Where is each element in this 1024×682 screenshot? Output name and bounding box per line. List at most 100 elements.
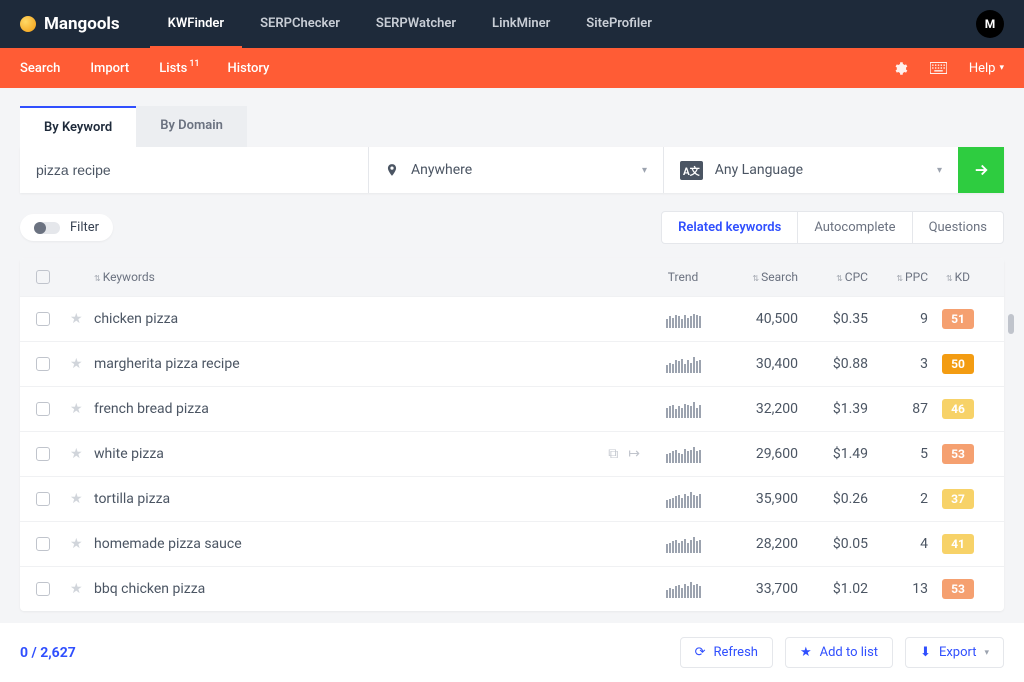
- search-cell: 35,900: [718, 491, 798, 507]
- subnav-lists[interactable]: Lists11: [159, 61, 197, 76]
- cpc-cell: $0.26: [798, 491, 868, 507]
- row-checkbox[interactable]: [36, 582, 50, 596]
- ppc-cell: 4: [868, 536, 928, 552]
- table-row[interactable]: ★french bread pizza32,200$1.398746: [20, 386, 1004, 431]
- star-icon[interactable]: ★: [70, 581, 83, 597]
- topnav-serpchecker[interactable]: SERPChecker: [242, 0, 358, 48]
- help-menu[interactable]: Help ▾: [969, 61, 1004, 76]
- topnav-siteprofiler[interactable]: SiteProfiler: [568, 0, 670, 48]
- star-icon[interactable]: ★: [70, 446, 83, 462]
- language-value: Any Language: [715, 162, 925, 178]
- keyword-cell: french bread pizza: [94, 401, 648, 417]
- star-icon[interactable]: ★: [70, 536, 83, 552]
- location-select[interactable]: Anywhere ▾: [368, 147, 663, 193]
- help-label: Help: [969, 61, 996, 76]
- lists-badge: 11: [189, 59, 199, 69]
- refresh-button[interactable]: ⟳ Refresh: [680, 637, 773, 668]
- topnav-serpwatcher[interactable]: SERPWatcher: [358, 0, 474, 48]
- table-row[interactable]: ★homemade pizza sauce28,200$0.05441: [20, 521, 1004, 566]
- keyword-cell: margherita pizza recipe: [94, 356, 648, 372]
- star-icon[interactable]: ★: [70, 491, 83, 507]
- kd-cell: 37: [928, 489, 988, 509]
- subnav-history[interactable]: History: [228, 61, 270, 76]
- scrollbar-thumb[interactable]: [1008, 314, 1014, 334]
- keyword-cell: homemade pizza sauce: [94, 536, 648, 552]
- search-cell: 29,600: [718, 446, 798, 462]
- search-cell: 33,700: [718, 581, 798, 597]
- cpc-cell: $1.49: [798, 446, 868, 462]
- language-icon: A文: [680, 161, 703, 180]
- mode-tab-by-keyword[interactable]: By Keyword: [20, 106, 136, 147]
- download-icon: ⬇: [920, 645, 931, 660]
- row-checkbox[interactable]: [36, 537, 50, 551]
- trend-cell: [648, 355, 718, 373]
- col-kd[interactable]: ⇅KD: [928, 270, 988, 284]
- mode-tabs: By KeywordBy Domain: [20, 106, 1004, 147]
- cpc-cell: $0.05: [798, 536, 868, 552]
- kwtab-related-keywords[interactable]: Related keywords: [662, 212, 797, 243]
- keyword-input[interactable]: [20, 147, 368, 193]
- cpc-cell: $1.39: [798, 401, 868, 417]
- filter-label: Filter: [70, 220, 99, 235]
- col-keywords[interactable]: ⇅Keywords: [94, 270, 648, 284]
- add-to-list-button[interactable]: ★ Add to list: [785, 637, 893, 668]
- trend-cell: [648, 445, 718, 463]
- trend-cell: [648, 400, 718, 418]
- table-row[interactable]: ★bbq chicken pizza33,700$1.021353: [20, 566, 1004, 611]
- location-value: Anywhere: [411, 162, 630, 178]
- kwtab-questions[interactable]: Questions: [912, 212, 1003, 243]
- export-button[interactable]: ⬇ Export ▾: [905, 637, 1004, 668]
- sub-nav: Search Import Lists11 History: [20, 61, 269, 76]
- topnav-linkminer[interactable]: LinkMiner: [474, 0, 568, 48]
- ppc-cell: 5: [868, 446, 928, 462]
- col-cpc[interactable]: ⇅CPC: [798, 270, 868, 284]
- copy-icon[interactable]: ⧉: [608, 446, 618, 462]
- brand-text: Mangools: [44, 14, 120, 34]
- row-checkbox[interactable]: [36, 402, 50, 416]
- subnav-search[interactable]: Search: [20, 61, 60, 76]
- row-checkbox[interactable]: [36, 447, 50, 461]
- ppc-cell: 87: [868, 401, 928, 417]
- open-icon[interactable]: ↦: [628, 446, 640, 462]
- table-row[interactable]: ★tortilla pizza35,900$0.26237: [20, 476, 1004, 521]
- kwtab-autocomplete[interactable]: Autocomplete: [797, 212, 911, 243]
- chevron-down-icon: ▾: [642, 165, 647, 176]
- sub-bar: Search Import Lists11 History Help ▾: [0, 48, 1024, 88]
- star-icon[interactable]: ★: [70, 356, 83, 372]
- star-icon[interactable]: ★: [70, 311, 83, 327]
- avatar[interactable]: M: [976, 10, 1004, 38]
- cpc-cell: $1.02: [798, 581, 868, 597]
- star-icon[interactable]: ★: [70, 401, 83, 417]
- search-button[interactable]: [958, 147, 1004, 193]
- kd-cell: 41: [928, 534, 988, 554]
- keyboard-icon[interactable]: [930, 62, 947, 74]
- subnav-import[interactable]: Import: [90, 61, 129, 76]
- settings-icon[interactable]: [893, 61, 908, 76]
- ppc-cell: 2: [868, 491, 928, 507]
- col-search[interactable]: ⇅Search: [718, 270, 798, 284]
- col-trend[interactable]: Trend: [648, 270, 718, 284]
- row-checkbox[interactable]: [36, 357, 50, 371]
- kd-cell: 53: [928, 579, 988, 599]
- kd-cell: 50: [928, 354, 988, 374]
- topnav-kwfinder[interactable]: KWFinder: [150, 0, 242, 48]
- filter-toggle[interactable]: Filter: [20, 214, 113, 241]
- cpc-cell: $0.35: [798, 311, 868, 327]
- toggle-switch[interactable]: [34, 222, 60, 234]
- mode-tab-by-domain[interactable]: By Domain: [136, 106, 247, 147]
- table-row[interactable]: ★chicken pizza40,500$0.35951: [20, 296, 1004, 341]
- language-select[interactable]: A文 Any Language ▾: [663, 147, 958, 193]
- keyword-cell: chicken pizza: [94, 311, 648, 327]
- row-checkbox[interactable]: [36, 492, 50, 506]
- select-all-checkbox[interactable]: [36, 270, 50, 284]
- results-table: ⇅Keywords Trend ⇅Search ⇅CPC ⇅PPC ⇅KD ★ c…: [20, 258, 1004, 611]
- chevron-down-icon: ▾: [984, 648, 989, 658]
- ppc-cell: 9: [868, 311, 928, 327]
- search-cell: 30,400: [718, 356, 798, 372]
- col-ppc[interactable]: ⇅PPC: [868, 270, 928, 284]
- table-row[interactable]: ★white pizza⧉↦29,600$1.49553: [20, 431, 1004, 476]
- brand-logo[interactable]: Mangools: [20, 14, 120, 34]
- table-row[interactable]: ★margherita pizza recipe30,400$0.88350: [20, 341, 1004, 386]
- trend-cell: [648, 490, 718, 508]
- row-checkbox[interactable]: [36, 312, 50, 326]
